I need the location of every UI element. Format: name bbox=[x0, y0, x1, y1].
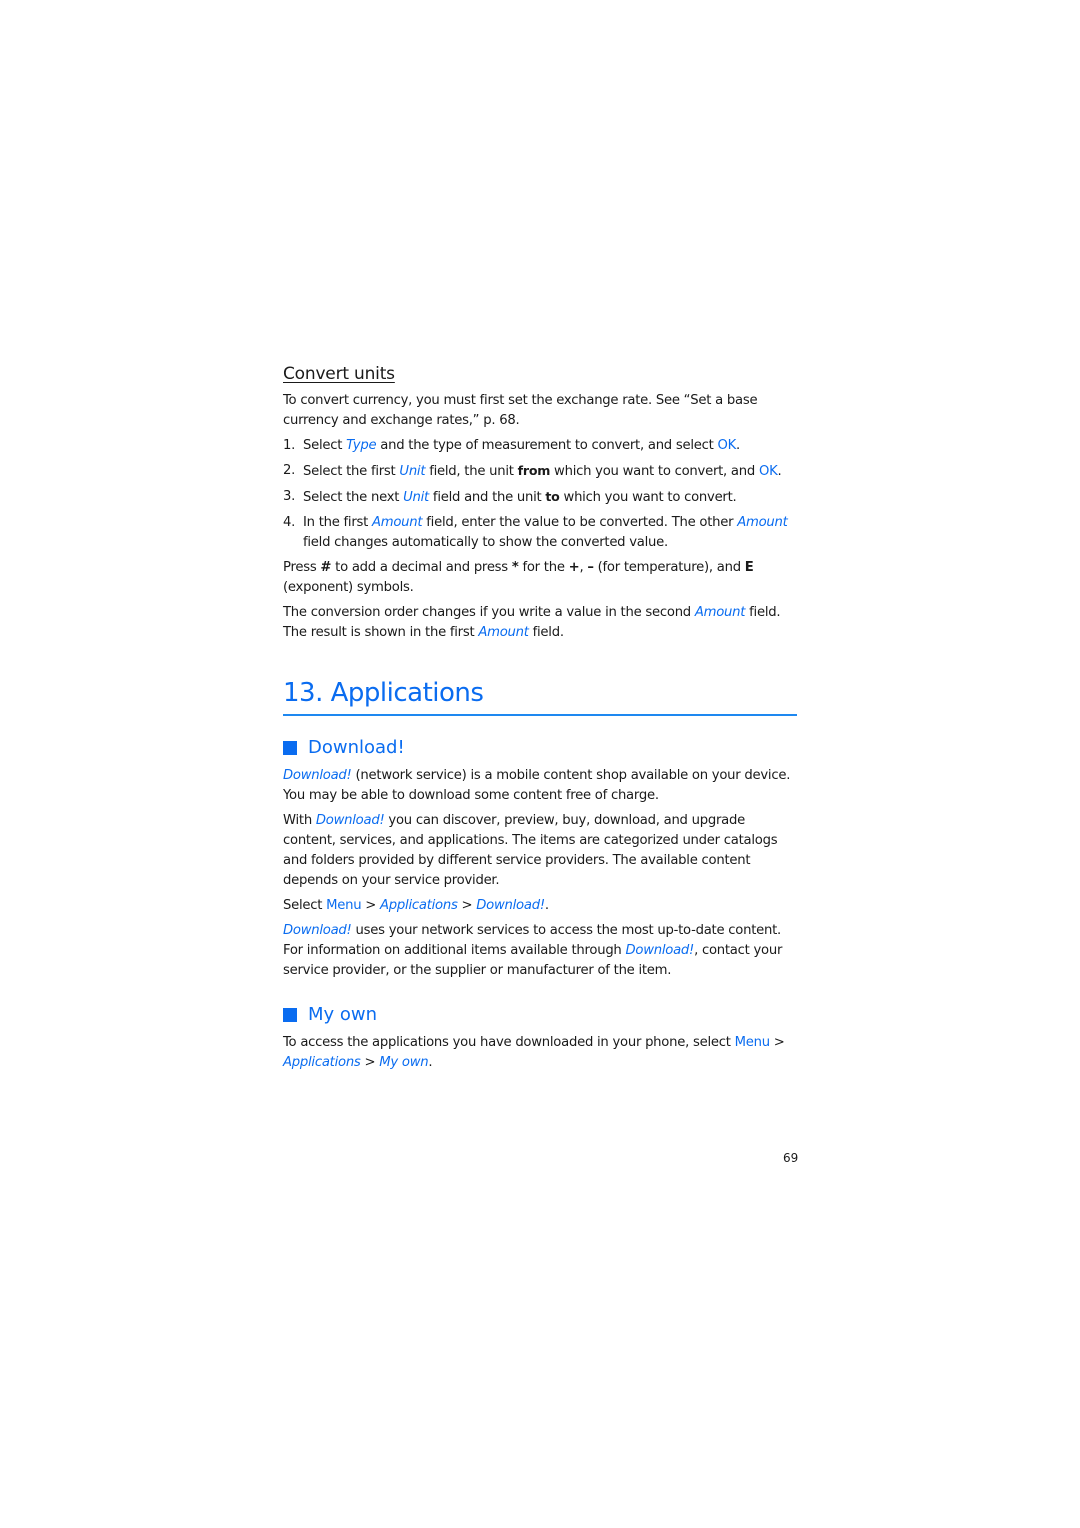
ui-term-download: Download! bbox=[283, 768, 352, 783]
emphasis-to: to bbox=[545, 489, 560, 504]
ui-term-ok: OK bbox=[717, 438, 737, 453]
symbol-e: E bbox=[744, 560, 754, 575]
para-text: To access the applications you have down… bbox=[283, 1035, 735, 1050]
step-item: 1. Select Type and the type of measureme… bbox=[283, 436, 797, 456]
my-own-para: To access the applications you have down… bbox=[283, 1033, 797, 1073]
path-separator: > bbox=[457, 898, 477, 913]
section-square-icon bbox=[283, 1008, 297, 1022]
para-text: With bbox=[283, 813, 316, 828]
key-star: * bbox=[511, 560, 519, 575]
download-section-heading: Download! bbox=[283, 736, 797, 760]
step-item: 2. Select the first Unit field, the unit… bbox=[283, 461, 797, 482]
convert-units-heading: Convert units bbox=[283, 364, 395, 384]
conversion-order-note: The conversion order changes if you writ… bbox=[283, 603, 797, 643]
press-keys-note: Press # to add a decimal and press * for… bbox=[283, 558, 797, 598]
para-text: Select bbox=[283, 898, 327, 913]
step-text: which you want to convert. bbox=[559, 490, 737, 505]
ui-term-amount: Amount bbox=[372, 515, 423, 530]
step-text: which you want to convert, and bbox=[550, 464, 759, 479]
convert-steps-list: 1. Select Type and the type of measureme… bbox=[283, 436, 797, 553]
step-text: Select bbox=[303, 438, 347, 453]
ui-term-menu: Menu bbox=[734, 1035, 770, 1050]
note-text: The conversion order changes if you writ… bbox=[283, 605, 695, 620]
manual-page: Convert units To convert currency, you m… bbox=[283, 362, 797, 1078]
step-text: field changes automatically to show the … bbox=[303, 535, 668, 550]
note-text: Press bbox=[283, 560, 321, 575]
step-text: and the type of measurement to convert, … bbox=[376, 438, 718, 453]
emphasis-from: from bbox=[517, 463, 551, 478]
note-text: (for temperature), and bbox=[593, 560, 745, 575]
para-text: . bbox=[544, 898, 549, 913]
convert-units-intro: To convert currency, you must first set … bbox=[283, 393, 758, 428]
chapter-title: 13. Applications bbox=[283, 676, 797, 716]
note-text: (exponent) symbols. bbox=[283, 580, 414, 595]
note-text: field. bbox=[528, 625, 564, 640]
step-number: 3. bbox=[283, 489, 296, 504]
step-text: . bbox=[777, 464, 782, 479]
ui-term-unit: Unit bbox=[403, 490, 429, 505]
ui-term-applications: Applications bbox=[380, 898, 458, 913]
step-text: field and the unit bbox=[428, 490, 546, 505]
ui-term-my-own: My own bbox=[379, 1055, 429, 1070]
step-text: In the first bbox=[303, 515, 372, 530]
ui-term-ok: OK bbox=[758, 464, 778, 479]
ui-term-unit: Unit bbox=[399, 464, 426, 479]
step-text: . bbox=[736, 438, 740, 453]
step-item: 3. Select the next Unit field and the un… bbox=[283, 487, 797, 508]
section-title-text: Download! bbox=[308, 737, 405, 758]
key-hash: # bbox=[320, 560, 332, 575]
step-number: 4. bbox=[283, 515, 296, 530]
page-number: 69 bbox=[783, 1151, 799, 1165]
download-para-2: With Download! you can discover, preview… bbox=[283, 811, 797, 891]
step-text: Select the first bbox=[303, 464, 400, 479]
ui-term-amount: Amount bbox=[694, 605, 746, 620]
ui-term-amount: Amount bbox=[478, 625, 529, 640]
step-number: 2. bbox=[283, 463, 296, 478]
ui-term-applications: Applications bbox=[283, 1055, 361, 1070]
download-para-1: Download! (network service) is a mobile … bbox=[283, 766, 797, 806]
symbol-plus: + bbox=[568, 560, 580, 575]
ui-term-download: Download! bbox=[476, 898, 545, 913]
note-text: for the bbox=[518, 560, 569, 575]
path-separator: > bbox=[769, 1035, 785, 1050]
section-square-icon bbox=[283, 741, 297, 755]
ui-term-download: Download! bbox=[315, 813, 385, 828]
step-number: 1. bbox=[283, 438, 296, 453]
section-title-text: My own bbox=[308, 1004, 378, 1025]
path-separator: > bbox=[361, 898, 381, 913]
note-text: to add a decimal and press bbox=[331, 560, 512, 575]
step-item: 4. In the first Amount field, enter the … bbox=[283, 513, 797, 553]
download-para-3: Download! uses your network services to … bbox=[283, 921, 797, 981]
ui-term-menu: Menu bbox=[326, 898, 362, 913]
step-text: field, enter the value to be converted. … bbox=[422, 515, 738, 530]
ui-term-amount: Amount bbox=[737, 515, 788, 530]
path-separator: > bbox=[360, 1055, 380, 1070]
step-text: Select the next bbox=[303, 490, 404, 505]
my-own-section-heading: My own bbox=[283, 1003, 797, 1027]
ui-term-download: Download! bbox=[625, 943, 695, 958]
ui-term-type: Type bbox=[346, 438, 377, 453]
download-menu-path: Select Menu > Applications > Download!. bbox=[283, 896, 797, 916]
step-text: field, the unit bbox=[425, 464, 518, 479]
ui-term-download: Download! bbox=[283, 923, 352, 938]
para-text: (network service) is a mobile content sh… bbox=[283, 768, 791, 803]
para-text: . bbox=[428, 1055, 433, 1070]
